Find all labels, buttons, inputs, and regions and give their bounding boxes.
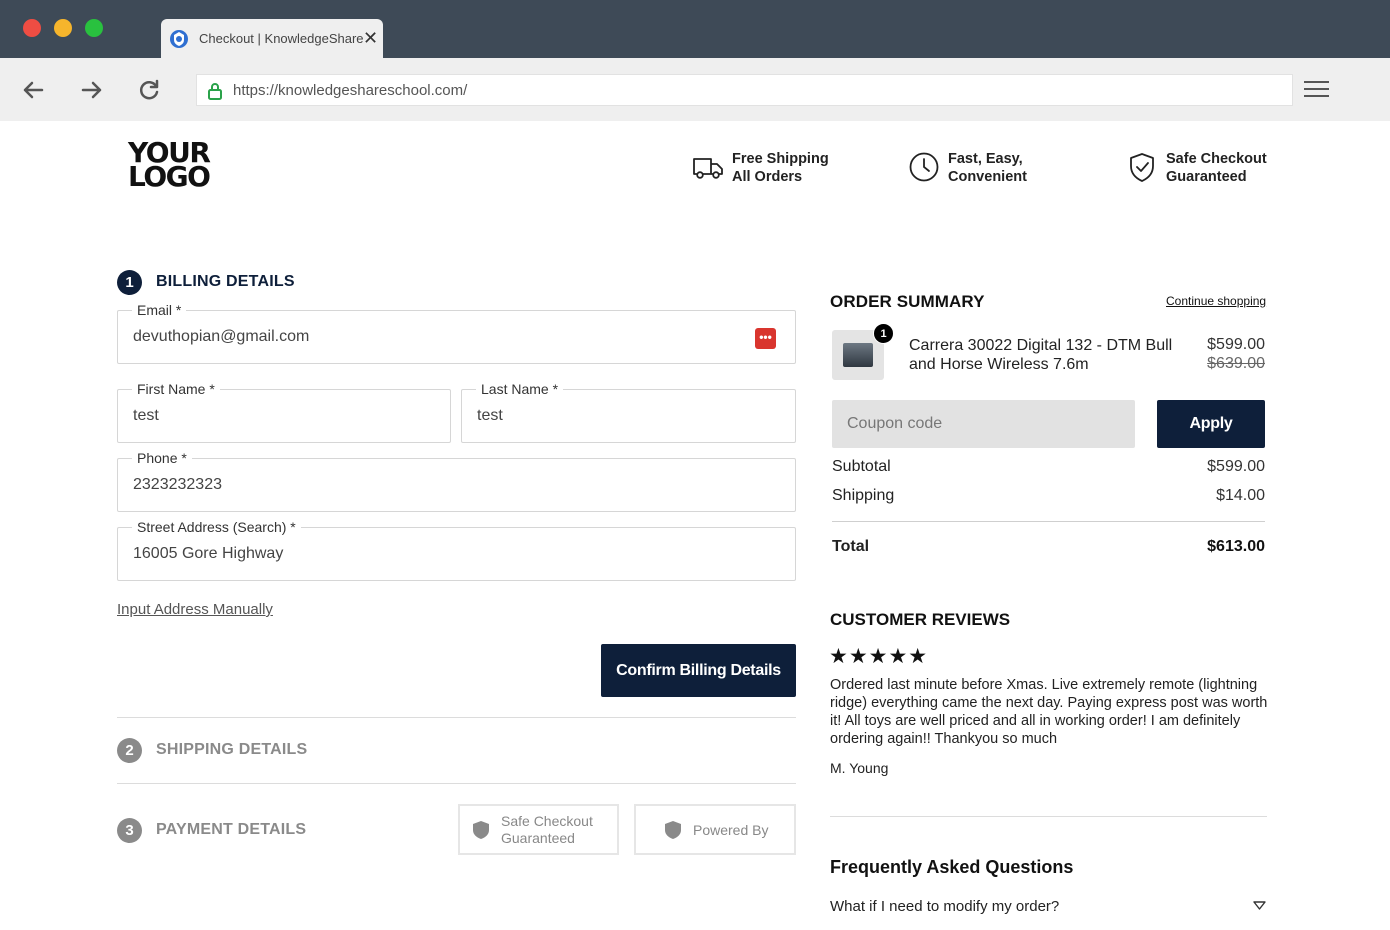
subtotal-value: $599.00 — [1207, 458, 1265, 475]
review-author: M. Young — [830, 760, 889, 776]
step-3-badge: 3 — [117, 818, 142, 843]
last-name-field[interactable]: Last Name * test — [461, 381, 796, 443]
apply-coupon-button[interactable]: Apply — [1157, 400, 1265, 448]
first-name-label: First Name * — [132, 381, 220, 397]
email-field[interactable]: Email * devuthopian@gmail.com ••• — [117, 302, 796, 364]
product-image — [843, 343, 873, 367]
lock-icon — [208, 83, 222, 100]
forward-arrow-icon[interactable] — [79, 77, 105, 103]
total-value: $613.00 — [1207, 538, 1265, 555]
divider — [117, 783, 796, 784]
shield-icon — [665, 821, 681, 839]
shield-check-icon — [1130, 153, 1154, 182]
back-arrow-icon[interactable] — [20, 77, 46, 103]
browser-toolbar: https://knowledgeshareschool.com/ — [0, 58, 1390, 121]
last-name-value: test — [477, 407, 503, 424]
subtotal-label: Subtotal — [832, 458, 891, 475]
browser-menu-icon[interactable] — [1304, 81, 1329, 99]
faq-title: Frequently Asked Questions — [830, 857, 1074, 877]
site-favicon-icon — [170, 30, 188, 48]
feature-line-2: Convenient — [948, 169, 1027, 185]
feature-line-2: Guaranteed — [1166, 169, 1247, 185]
shipping-value: $14.00 — [1216, 487, 1265, 504]
step-1-badge: 1 — [117, 270, 142, 295]
chevron-down-icon[interactable] — [1253, 901, 1266, 911]
badge-line-2: Guaranteed — [501, 830, 575, 846]
street-address-label: Street Address (Search) * — [132, 519, 301, 535]
address-bar[interactable]: https://knowledgeshareschool.com/ — [196, 74, 1293, 106]
divider — [830, 816, 1267, 817]
step-2-badge: 2 — [117, 738, 142, 763]
close-window-button[interactable] — [23, 19, 41, 37]
feature-line-1: Fast, Easy, — [948, 151, 1023, 167]
billing-title[interactable]: BILLING DETAILS — [156, 273, 295, 291]
minimize-window-button[interactable] — [54, 19, 72, 37]
safe-checkout-badge: Safe Checkout Guaranteed — [458, 804, 619, 855]
powered-by-text: Powered By — [693, 822, 769, 838]
password-manager-icon[interactable]: ••• — [755, 328, 776, 349]
browser-titlebar: Checkout | KnowledgeShare ✕ — [0, 0, 1390, 58]
powered-by-badge: Powered By — [634, 804, 796, 855]
phone-value: 2323232323 — [133, 476, 222, 493]
email-value: devuthopian@gmail.com — [133, 328, 310, 345]
shipping-label: Shipping — [832, 487, 895, 504]
site-logo[interactable]: YOUR LOGO — [128, 139, 211, 193]
logo-line-2: LOGO — [128, 160, 211, 193]
street-address-field[interactable]: Street Address (Search) * 16005 Gore Hig… — [117, 519, 796, 581]
shipping-title[interactable]: SHIPPING DETAILS — [156, 741, 307, 759]
feature-line-1: Safe Checkout — [1166, 151, 1267, 167]
browser-tab[interactable]: Checkout | KnowledgeShare ✕ — [161, 19, 383, 58]
reload-icon[interactable] — [136, 77, 162, 103]
phone-label: Phone * — [132, 450, 192, 466]
divider — [832, 521, 1265, 522]
feature-line-2: All Orders — [732, 169, 803, 185]
last-name-label: Last Name * — [476, 381, 564, 397]
url-text: https://knowledgeshareschool.com/ — [233, 82, 468, 99]
shield-icon — [473, 821, 489, 839]
maximize-window-button[interactable] — [85, 19, 103, 37]
product-price: $599.00 — [1207, 336, 1265, 353]
faq-question[interactable]: What if I need to modify my order? — [830, 898, 1059, 915]
order-summary-title: ORDER SUMMARY — [830, 292, 985, 311]
first-name-field[interactable]: First Name * test — [117, 381, 451, 443]
product-name: Carrera 30022 Digital 132 - DTM Bull and… — [909, 337, 1173, 373]
tab-title: Checkout | KnowledgeShare — [199, 31, 364, 46]
review-text: Ordered last minute before Xmas. Live ex… — [830, 677, 1268, 747]
total-label: Total — [832, 538, 870, 555]
clock-icon — [909, 152, 939, 182]
email-label: Email * — [132, 302, 187, 318]
first-name-value: test — [133, 407, 159, 424]
feature-line-1: Free Shipping — [732, 151, 829, 167]
input-address-manually-link[interactable]: Input Address Manually — [117, 601, 273, 618]
badge-line-1: Safe Checkout — [501, 813, 593, 829]
confirm-billing-button[interactable]: Confirm Billing Details — [601, 644, 796, 697]
phone-field[interactable]: Phone * 2323232323 — [117, 450, 796, 512]
continue-shopping-link[interactable]: Continue shopping — [1166, 294, 1266, 308]
truck-icon — [693, 158, 723, 179]
quantity-badge: 1 — [873, 323, 894, 344]
divider — [117, 717, 796, 718]
payment-title[interactable]: PAYMENT DETAILS — [156, 821, 306, 839]
street-address-value: 16005 Gore Highway — [133, 545, 284, 562]
tab-close-icon[interactable]: ✕ — [363, 28, 378, 48]
customer-reviews-title: CUSTOMER REVIEWS — [830, 610, 1011, 629]
coupon-input[interactable]: Coupon code — [832, 400, 1135, 448]
product-old-price: $639.00 — [1207, 355, 1265, 372]
star-rating: ★★★★★ — [829, 645, 929, 668]
coupon-placeholder: Coupon code — [847, 415, 943, 432]
